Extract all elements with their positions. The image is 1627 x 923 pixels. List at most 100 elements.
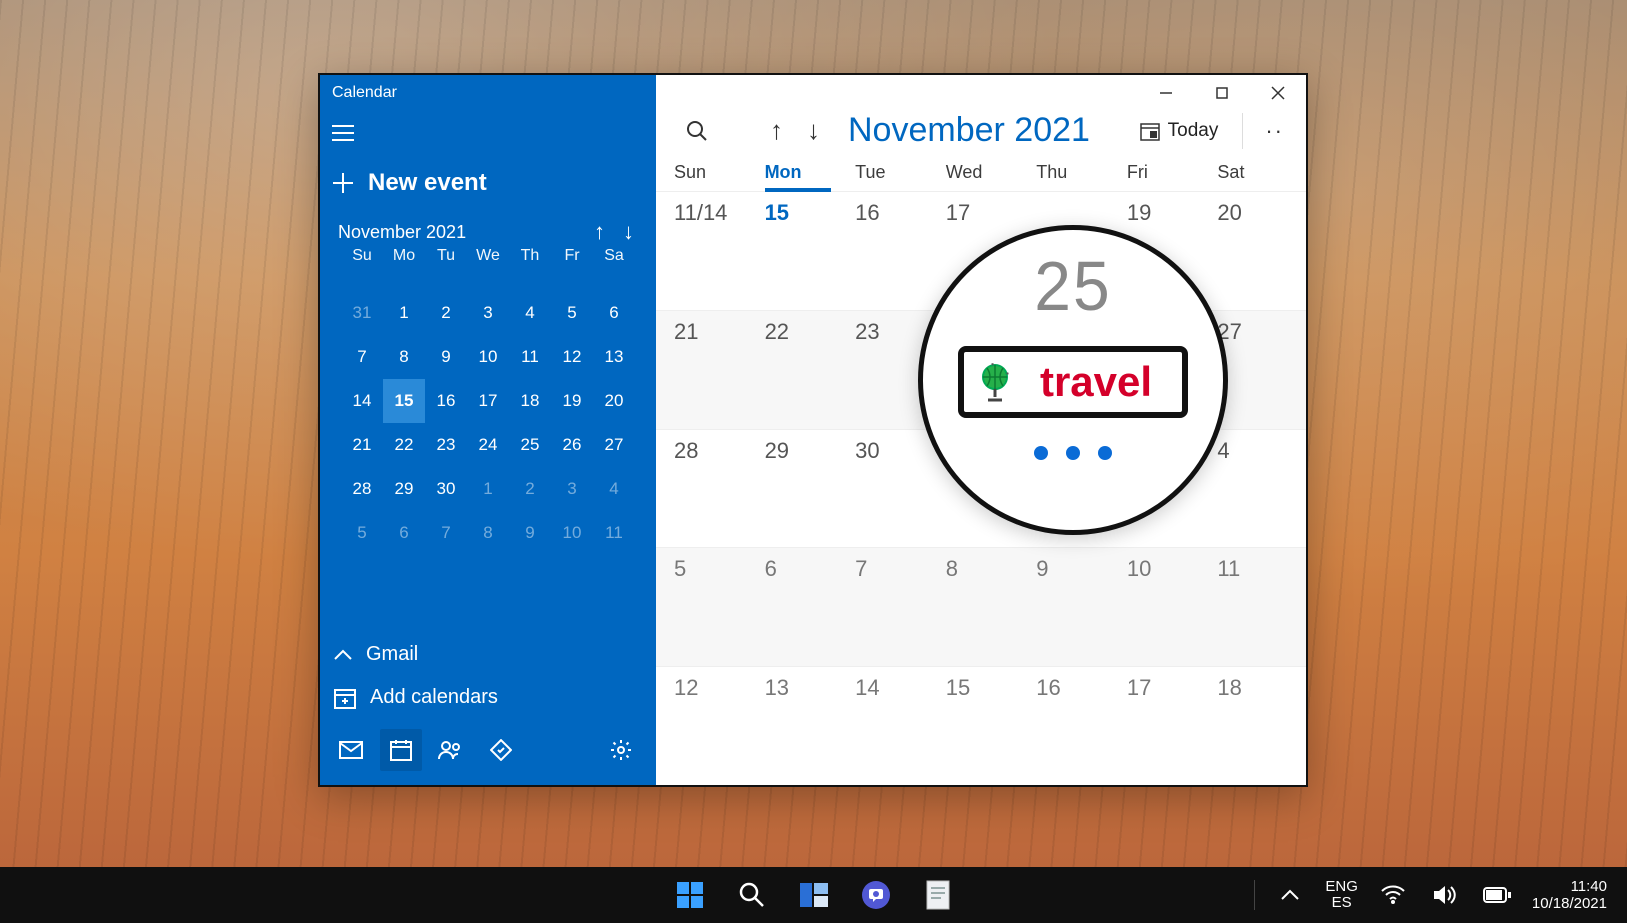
mini-next-button[interactable]: ↓	[623, 221, 634, 243]
day-cell[interactable]: 15	[936, 667, 1027, 785]
mini-day-cell[interactable]: 8	[383, 335, 425, 379]
next-month-button[interactable]: ↓	[807, 115, 820, 146]
day-cell[interactable]: 15	[755, 192, 846, 310]
mini-day-cell[interactable]: 3	[467, 291, 509, 335]
day-cell[interactable]: 28	[664, 430, 755, 548]
notepad-button[interactable]	[921, 878, 955, 912]
todo-app-button[interactable]	[480, 729, 522, 771]
day-cell[interactable]: 14	[845, 667, 936, 785]
add-calendars-button[interactable]: Add calendars	[320, 676, 656, 719]
day-cell[interactable]: 20	[1207, 192, 1298, 310]
calendar-plus-icon	[334, 687, 356, 709]
day-cell[interactable]: 11	[1207, 548, 1298, 666]
mini-day-cell[interactable]: 21	[341, 423, 383, 467]
mini-day-cell[interactable]: 30	[425, 467, 467, 511]
day-cell[interactable]: 7	[845, 548, 936, 666]
hamburger-button[interactable]	[320, 111, 364, 155]
day-cell[interactable]: 12	[664, 667, 755, 785]
language-button[interactable]: ENG ES	[1325, 879, 1358, 912]
mini-day-cell[interactable]: 3	[551, 467, 593, 511]
day-cell[interactable]: 16	[1026, 667, 1117, 785]
mini-day-cell[interactable]: 14	[341, 379, 383, 423]
mini-day-cell[interactable]: 23	[425, 423, 467, 467]
mini-day-cell[interactable]: 29	[383, 467, 425, 511]
mini-day-cell[interactable]: 24	[467, 423, 509, 467]
more-button[interactable]: ··	[1261, 118, 1288, 144]
mini-day-cell[interactable]: 1	[383, 291, 425, 335]
mini-day-cell[interactable]: 17	[467, 379, 509, 423]
mini-day-cell[interactable]: 4	[509, 291, 551, 335]
close-button[interactable]	[1250, 75, 1306, 111]
search-button[interactable]	[674, 120, 720, 142]
today-button[interactable]: Today	[1134, 116, 1225, 146]
minimize-button[interactable]	[1138, 75, 1194, 111]
settings-button[interactable]	[600, 729, 642, 771]
day-cell[interactable]: 9	[1026, 548, 1117, 666]
mini-day-cell[interactable]: 13	[593, 335, 635, 379]
mini-day-cell[interactable]: 20	[593, 379, 635, 423]
day-cell[interactable]: 10	[1117, 548, 1208, 666]
day-cell[interactable]: 16	[845, 192, 936, 310]
day-cell[interactable]: 8	[936, 548, 1027, 666]
mini-day-cell[interactable]: 27	[593, 423, 635, 467]
callout-event[interactable]: travel	[958, 346, 1188, 418]
mini-day-cell[interactable]: 9	[425, 335, 467, 379]
mini-day-cell[interactable]: 28	[341, 467, 383, 511]
mini-day-cell[interactable]: 6	[383, 511, 425, 555]
mini-day-cell[interactable]: 10	[467, 335, 509, 379]
mini-prev-button[interactable]: ↑	[594, 221, 605, 243]
day-cell[interactable]: 13	[755, 667, 846, 785]
mini-day-cell[interactable]: 5	[341, 511, 383, 555]
mini-day-cell[interactable]: 11	[593, 511, 635, 555]
account-toggle[interactable]: Gmail	[320, 633, 656, 676]
day-cell[interactable]: 18	[1207, 667, 1298, 785]
battery-button[interactable]	[1480, 878, 1514, 912]
people-app-button[interactable]	[430, 729, 472, 771]
day-cell[interactable]: 6	[755, 548, 846, 666]
mini-day-cell[interactable]: 7	[425, 511, 467, 555]
mini-day-cell[interactable]: 6	[593, 291, 635, 335]
mini-day-cell[interactable]: 7	[341, 335, 383, 379]
day-cell[interactable]: 4	[1207, 430, 1298, 548]
day-cell[interactable]: 17	[1117, 667, 1208, 785]
mail-app-button[interactable]	[330, 729, 372, 771]
mini-day-cell[interactable]: 2	[425, 291, 467, 335]
chat-button[interactable]	[859, 878, 893, 912]
mini-day-cell[interactable]: 8	[467, 511, 509, 555]
mini-day-cell[interactable]: 16	[425, 379, 467, 423]
mini-day-cell[interactable]: 26	[551, 423, 593, 467]
task-view-button[interactable]	[797, 878, 831, 912]
day-cell[interactable]: 5	[664, 548, 755, 666]
taskbar-search-button[interactable]	[735, 878, 769, 912]
mini-day-cell[interactable]: 4	[593, 467, 635, 511]
mini-day-cell[interactable]: 1	[467, 467, 509, 511]
month-title[interactable]: November 2021	[848, 111, 1124, 150]
volume-button[interactable]	[1428, 878, 1462, 912]
wifi-button[interactable]	[1376, 878, 1410, 912]
prev-month-button[interactable]: ↑	[770, 115, 783, 146]
mini-day-cell[interactable]: 22	[383, 423, 425, 467]
mini-day-cell[interactable]: 9	[509, 511, 551, 555]
mini-day-cell[interactable]: 31	[341, 291, 383, 335]
mini-day-cell[interactable]: 19	[551, 379, 593, 423]
day-cell[interactable]: 11/14	[664, 192, 755, 310]
mini-day-cell[interactable]: 15	[383, 379, 425, 423]
mini-day-cell[interactable]: 11	[509, 335, 551, 379]
tray-overflow-button[interactable]	[1273, 878, 1307, 912]
mini-day-cell[interactable]: 18	[509, 379, 551, 423]
calendar-app-button[interactable]	[380, 729, 422, 771]
new-event-button[interactable]: New event	[320, 155, 656, 215]
day-cell[interactable]: 30	[845, 430, 936, 548]
clock-button[interactable]: 11:40 10/18/2021	[1532, 878, 1607, 913]
mini-day-cell[interactable]: 10	[551, 511, 593, 555]
mini-day-cell[interactable]: 12	[551, 335, 593, 379]
mini-day-cell[interactable]: 2	[509, 467, 551, 511]
day-cell[interactable]: 29	[755, 430, 846, 548]
callout-more-dots[interactable]	[1034, 446, 1112, 460]
maximize-button[interactable]	[1194, 75, 1250, 111]
day-cell[interactable]: 22	[755, 311, 846, 429]
mini-day-cell[interactable]: 25	[509, 423, 551, 467]
mini-day-cell[interactable]: 5	[551, 291, 593, 335]
start-button[interactable]	[673, 878, 707, 912]
day-cell[interactable]: 21	[664, 311, 755, 429]
